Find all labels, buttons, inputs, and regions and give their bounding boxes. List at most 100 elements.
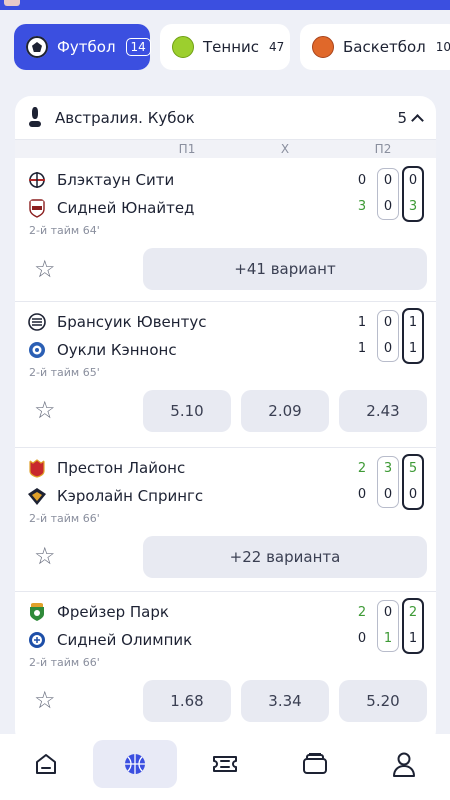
column-p2: П2 xyxy=(374,142,392,156)
away-team: Сидней Олимпик xyxy=(27,628,192,652)
team-name: Кэролайн Спрингс xyxy=(57,487,204,505)
score: 0 xyxy=(357,173,367,188)
league-name: Австралия. Кубок xyxy=(55,108,195,127)
match-status: 2-й тайм 66' xyxy=(29,656,100,669)
team-crest-icon xyxy=(29,199,45,218)
team-crest-icon xyxy=(29,342,45,358)
match-row[interactable]: Престон Лайонс Кэролайн Спрингс 2-й тайм… xyxy=(15,448,436,592)
nav-wallet[interactable] xyxy=(273,740,357,788)
sport-tab-label: Теннис xyxy=(203,38,260,56)
basketball-icon xyxy=(312,36,334,58)
score: 1 xyxy=(408,631,418,646)
favorite-star-icon[interactable]: ☆ xyxy=(34,688,56,712)
score: 5 xyxy=(408,461,418,476)
sport-tab-count: 10 xyxy=(435,40,450,54)
score: 3 xyxy=(383,461,393,476)
score: 0 xyxy=(383,487,393,502)
column-x: Х xyxy=(280,142,290,156)
team-name: Брансуик Ювентус xyxy=(57,313,207,331)
odds-button-p1[interactable]: 5.10 xyxy=(143,390,231,432)
odds-button-x[interactable]: 3.34 xyxy=(241,680,329,722)
profile-icon xyxy=(393,752,415,777)
score: 2 xyxy=(357,605,367,620)
home-team: Престон Лайонс xyxy=(27,456,185,480)
score: 3 xyxy=(408,199,418,214)
column-p1: П1 xyxy=(178,142,196,156)
favorite-star-icon[interactable]: ☆ xyxy=(34,544,56,568)
status-bar xyxy=(0,0,450,10)
sport-tab-count: 14 xyxy=(125,38,151,56)
team-name: Блэктаун Сити xyxy=(57,171,175,189)
odds-column-header: П1 Х П2 xyxy=(15,140,436,158)
match-status: 2-й тайм 65' xyxy=(29,366,100,379)
nav-profile[interactable] xyxy=(362,740,446,788)
score: 3 xyxy=(357,199,367,214)
team-crest-icon xyxy=(28,488,46,505)
match-row[interactable]: Брансуик Ювентус Оукли Кэннонс 2-й тайм … xyxy=(15,302,436,448)
tennis-ball-icon xyxy=(172,36,194,58)
score: 0 xyxy=(357,631,367,646)
sport-filter-bar: Футбол 14 Теннис 47 Баскетбол 10 xyxy=(14,24,450,72)
team-name: Сидней Юнайтед xyxy=(57,199,195,217)
away-team: Оукли Кэннонс xyxy=(27,338,177,362)
score: 1 xyxy=(408,341,418,356)
home-team: Фрейзер Парк xyxy=(27,600,169,624)
ticket-icon xyxy=(213,756,237,772)
team-name: Сидней Олимпик xyxy=(57,631,193,649)
score: 0 xyxy=(408,173,418,188)
away-team: Кэролайн Спрингс xyxy=(27,484,203,508)
team-crest-icon xyxy=(29,632,45,648)
sport-tab-label: Футбол xyxy=(57,38,116,56)
away-team: Сидней Юнайтед xyxy=(27,196,194,220)
favorite-star-icon[interactable]: ☆ xyxy=(34,398,56,422)
bottom-navigation xyxy=(0,734,450,800)
team-name: Престон Лайонс xyxy=(57,459,186,477)
home-team: Брансуик Ювентус xyxy=(27,310,206,334)
odds-button-p2[interactable]: 5.20 xyxy=(339,680,427,722)
sport-tab-football[interactable]: Футбол 14 xyxy=(14,24,151,70)
score: 2 xyxy=(408,605,418,620)
score: 0 xyxy=(383,315,393,330)
home-team: Блэктаун Сити xyxy=(27,168,174,192)
nav-home[interactable] xyxy=(4,740,88,788)
more-markets-button[interactable]: +22 варианта xyxy=(143,536,427,578)
chevron-up-icon[interactable] xyxy=(411,113,424,127)
nav-coupon[interactable] xyxy=(183,740,267,788)
status-notch xyxy=(4,0,20,6)
home-icon xyxy=(36,754,56,774)
team-crest-icon xyxy=(28,313,46,331)
score: 0 xyxy=(408,487,418,502)
odds-button-x[interactable]: 2.09 xyxy=(241,390,329,432)
sport-tab-basketball[interactable]: Баскетбол 10 xyxy=(300,24,450,70)
nav-sports[interactable] xyxy=(93,740,177,788)
score: 0 xyxy=(357,487,367,502)
score: 0 xyxy=(383,173,393,188)
favorite-star-icon[interactable]: ☆ xyxy=(34,257,56,281)
score: 1 xyxy=(408,315,418,330)
league-match-count: 5 xyxy=(397,108,407,127)
sport-tab-tennis[interactable]: Теннис 47 xyxy=(160,24,290,70)
score: 1 xyxy=(357,341,367,356)
team-name: Фрейзер Парк xyxy=(57,603,169,621)
more-markets-button[interactable]: +41 вариант xyxy=(143,248,427,290)
sport-tab-label: Баскетбол xyxy=(343,38,426,56)
match-row[interactable]: Фрейзер Парк Сидней Олимпик 2-й тайм 66'… xyxy=(15,592,436,746)
score: 2 xyxy=(357,461,367,476)
match-row[interactable]: Блэктаун Сити Сидней Юнайтед 2-й тайм 64… xyxy=(15,158,436,302)
match-status: 2-й тайм 66' xyxy=(29,512,100,525)
cup-icon xyxy=(29,106,41,129)
basketball-icon xyxy=(125,754,145,774)
team-crest-icon xyxy=(29,459,45,478)
league-header[interactable]: Австралия. Кубок 5 xyxy=(15,96,436,140)
score: 1 xyxy=(383,631,393,646)
team-crest-icon xyxy=(30,603,44,621)
score: 0 xyxy=(383,605,393,620)
score: 1 xyxy=(357,315,367,330)
odds-button-p1[interactable]: 1.68 xyxy=(143,680,231,722)
football-icon xyxy=(26,36,48,58)
score: 0 xyxy=(383,341,393,356)
odds-button-p2[interactable]: 2.43 xyxy=(339,390,427,432)
wallet-icon xyxy=(303,753,327,774)
team-name: Оукли Кэннонс xyxy=(57,341,177,359)
league-card: Австралия. Кубок 5 П1 Х П2 Блэктаун Сити… xyxy=(15,96,436,746)
